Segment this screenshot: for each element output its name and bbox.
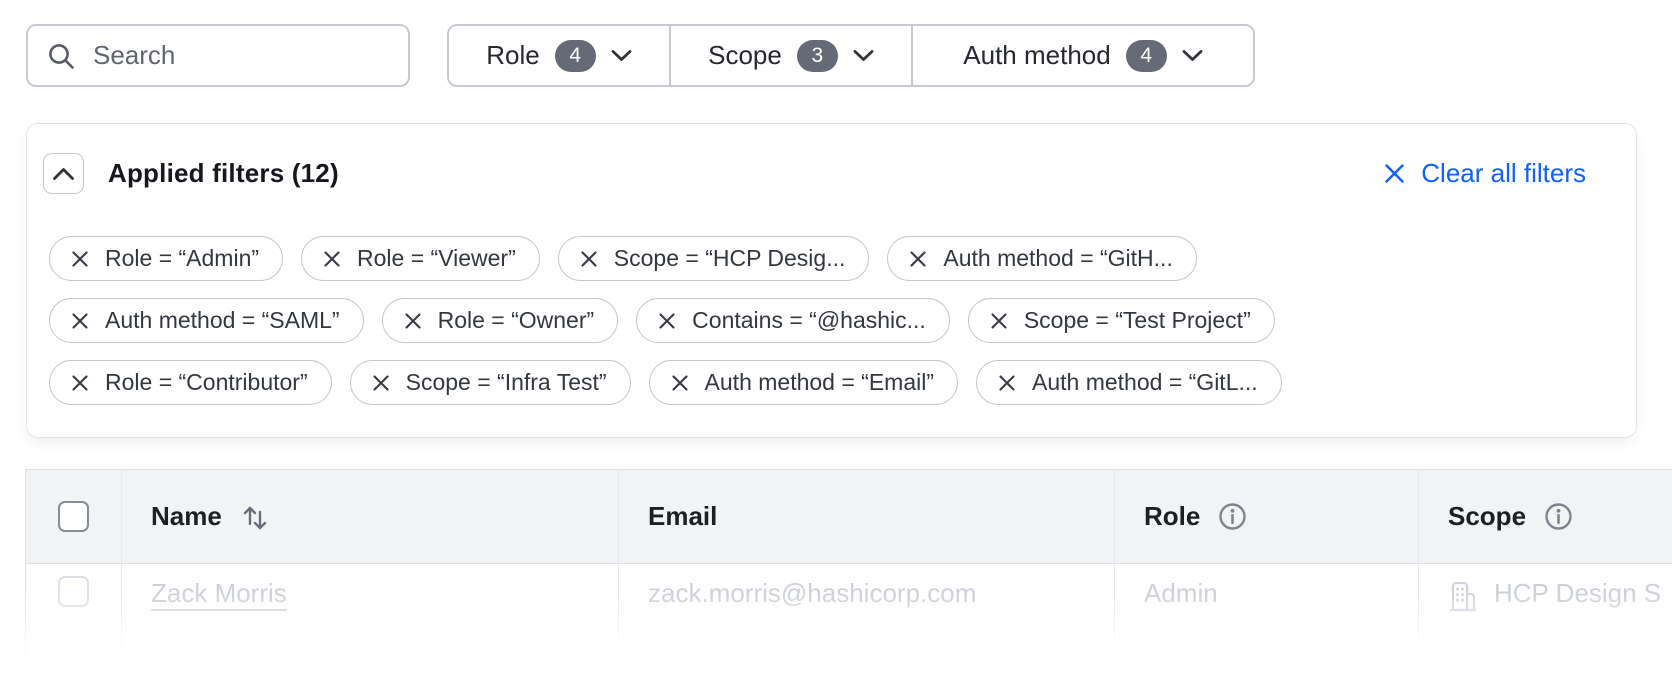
info-icon[interactable]	[1217, 501, 1248, 532]
filter-dropdown-scope[interactable]: Scope 3	[669, 26, 911, 85]
search-placeholder: Search	[93, 40, 175, 71]
chip-label: Role = “Owner”	[438, 307, 595, 334]
dismiss-icon[interactable]	[998, 374, 1016, 392]
filter-dropdown-role[interactable]: Role 4	[449, 26, 669, 85]
chip-row: Role = “Admin” Role = “Viewer” Scope = “…	[49, 236, 1282, 281]
chevron-down-icon	[611, 49, 632, 62]
chip-row: Role = “Contributor” Scope = “Infra Test…	[49, 360, 1282, 405]
dismiss-icon[interactable]	[71, 374, 89, 392]
applied-filters-header: Applied filters (12) Clear all filters	[43, 153, 1586, 194]
filter-chip[interactable]: Scope = “Test Project”	[968, 298, 1275, 343]
filter-chip[interactable]: Role = “Viewer”	[301, 236, 540, 281]
applied-filters-title: Applied filters (12)	[108, 158, 339, 189]
filter-dropdown-auth-method[interactable]: Auth method 4	[911, 26, 1253, 85]
filter-chip[interactable]: Scope = “HCP Desig...	[558, 236, 870, 281]
chip-label: Auth method = “Email”	[705, 369, 934, 396]
column-header-scope: Scope	[1418, 470, 1672, 563]
dismiss-icon[interactable]	[404, 312, 422, 330]
filter-chip[interactable]: Role = “Admin”	[49, 236, 283, 281]
dismiss-icon[interactable]	[658, 312, 676, 330]
filter-chip[interactable]: Scope = “Infra Test”	[350, 360, 631, 405]
chip-label: Scope = “Test Project”	[1024, 307, 1251, 334]
clear-all-filters-button[interactable]: Clear all filters	[1383, 158, 1586, 189]
column-label: Email	[648, 501, 717, 532]
filter-chip[interactable]: Auth method = “Email”	[649, 360, 958, 405]
search-input[interactable]: Search	[26, 24, 410, 87]
info-icon[interactable]	[1543, 501, 1574, 532]
chip-label: Contains = “@hashic...	[692, 307, 926, 334]
filter-label: Auth method	[963, 40, 1110, 71]
dismiss-icon[interactable]	[372, 374, 390, 392]
select-all-checkbox[interactable]	[58, 501, 89, 532]
collapse-panel-button[interactable]	[43, 153, 84, 194]
name-cell: Zack Morris	[121, 564, 618, 690]
row-checkbox[interactable]	[58, 576, 89, 607]
column-label: Role	[1144, 501, 1200, 532]
chip-row: Auth method = “SAML” Role = “Owner” Cont…	[49, 298, 1282, 343]
column-label: Name	[151, 501, 222, 532]
count-badge: 3	[797, 40, 838, 72]
table-row: Zack Morris zack.morris@hashicorp.com Ad…	[26, 564, 1672, 690]
chevron-down-icon	[853, 49, 874, 62]
filter-chip[interactable]: Auth method = “GitL...	[976, 360, 1282, 405]
chip-label: Role = “Admin”	[105, 245, 259, 272]
dismiss-icon[interactable]	[909, 250, 927, 268]
column-header-email: Email	[618, 470, 1114, 563]
dismiss-icon[interactable]	[323, 250, 341, 268]
chip-label: Auth method = “SAML”	[105, 307, 340, 334]
table-header-row: Name Email Role	[26, 470, 1672, 564]
column-label: Scope	[1448, 501, 1526, 532]
email-cell: zack.morris@hashicorp.com	[618, 564, 1114, 690]
filter-chip[interactable]: Role = “Contributor”	[49, 360, 332, 405]
filter-chip[interactable]: Auth method = “SAML”	[49, 298, 364, 343]
chip-label: Role = “Contributor”	[105, 369, 308, 396]
column-header-name[interactable]: Name	[121, 470, 618, 563]
filter-chip[interactable]: Auth method = “GitH...	[887, 236, 1196, 281]
applied-filter-chips: Role = “Admin” Role = “Viewer” Scope = “…	[49, 236, 1282, 405]
clear-all-filters-label: Clear all filters	[1421, 158, 1586, 189]
dismiss-icon[interactable]	[71, 312, 89, 330]
column-header-role: Role	[1114, 470, 1418, 563]
filter-label: Scope	[708, 40, 782, 71]
dismiss-icon[interactable]	[671, 374, 689, 392]
user-name-link[interactable]: Zack Morris	[151, 578, 287, 609]
users-table: Name Email Role	[25, 469, 1672, 690]
chip-label: Auth method = “GitH...	[943, 245, 1172, 272]
filter-chip[interactable]: Role = “Owner”	[382, 298, 619, 343]
filter-dropdown-group: Role 4 Scope 3 Auth method 4	[447, 24, 1255, 87]
applied-filters-panel: Applied filters (12) Clear all filters R…	[26, 123, 1637, 438]
search-icon	[46, 41, 76, 71]
count-badge: 4	[555, 40, 596, 72]
chevron-up-icon	[52, 167, 75, 181]
row-checkbox-cell	[26, 564, 121, 690]
dismiss-icon[interactable]	[71, 250, 89, 268]
chip-label: Scope = “HCP Desig...	[614, 245, 846, 272]
chip-label: Role = “Viewer”	[357, 245, 516, 272]
page: Search Role 4 Scope 3 Auth method 4	[0, 0, 1672, 690]
close-icon	[1383, 162, 1406, 185]
sort-icon[interactable]	[239, 501, 270, 532]
filter-chip[interactable]: Contains = “@hashic...	[636, 298, 950, 343]
count-badge: 4	[1126, 40, 1167, 72]
filter-label: Role	[486, 40, 539, 71]
scope-cell: HCP Design S	[1418, 564, 1672, 690]
org-building-icon	[1448, 580, 1478, 612]
chip-label: Scope = “Infra Test”	[406, 369, 607, 396]
dismiss-icon[interactable]	[580, 250, 598, 268]
filter-toolbar: Search Role 4 Scope 3 Auth method 4	[26, 24, 1255, 87]
dismiss-icon[interactable]	[990, 312, 1008, 330]
header-checkbox-cell	[26, 470, 121, 563]
scope-value: HCP Design S	[1494, 578, 1661, 609]
chevron-down-icon	[1182, 49, 1203, 62]
chip-label: Auth method = “GitL...	[1032, 369, 1258, 396]
role-cell: Admin	[1114, 564, 1418, 690]
